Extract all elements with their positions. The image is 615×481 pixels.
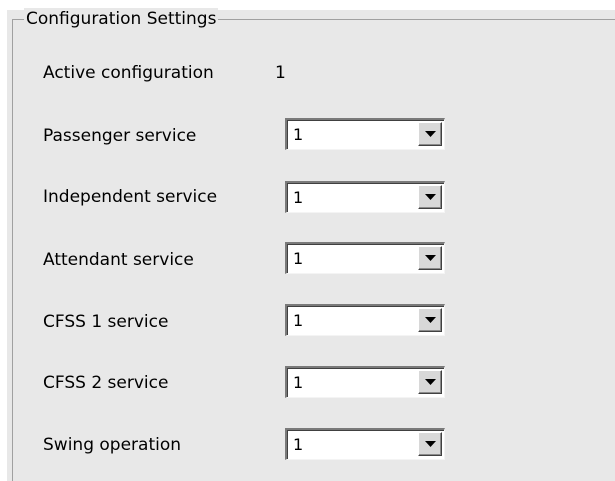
- chevron-down-icon: [425, 255, 436, 261]
- cfss-1-service-select[interactable]: 1: [285, 304, 445, 336]
- chevron-down-icon: [425, 379, 436, 385]
- configuration-window: Configuration Settings Active configurat…: [0, 0, 615, 481]
- chevron-down-icon: [425, 131, 436, 137]
- cfss-2-service-label: CFSS 2 service: [43, 373, 169, 393]
- group-title: Configuration Settings: [24, 8, 219, 30]
- independent-service-label: Independent service: [43, 187, 218, 207]
- cfss-1-service-value: 1: [293, 311, 304, 330]
- attendant-service-label: Attendant service: [43, 250, 194, 270]
- passenger-service-dropdown-button[interactable]: [418, 122, 442, 146]
- swing-operation-select[interactable]: 1: [285, 428, 445, 460]
- attendant-service-select[interactable]: 1: [285, 242, 445, 274]
- attendant-service-value: 1: [293, 249, 304, 268]
- independent-service-select[interactable]: 1: [285, 181, 445, 213]
- chevron-down-icon: [425, 441, 436, 447]
- chevron-down-icon: [425, 317, 436, 323]
- cfss-1-service-dropdown-button[interactable]: [418, 308, 442, 332]
- independent-service-value: 1: [293, 188, 304, 207]
- cfss-2-service-dropdown-button[interactable]: [418, 370, 442, 394]
- chevron-down-icon: [425, 194, 436, 200]
- active-configuration-value: 1: [275, 63, 286, 83]
- cfss-2-service-value: 1: [293, 373, 304, 392]
- passenger-service-label: Passenger service: [43, 126, 197, 146]
- cfss-1-service-label: CFSS 1 service: [43, 312, 169, 332]
- swing-operation-dropdown-button[interactable]: [418, 432, 442, 456]
- active-configuration-label: Active configuration: [43, 63, 214, 83]
- swing-operation-label: Swing operation: [43, 435, 182, 455]
- attendant-service-dropdown-button[interactable]: [418, 246, 442, 270]
- cfss-2-service-select[interactable]: 1: [285, 366, 445, 398]
- independent-service-dropdown-button[interactable]: [418, 185, 442, 209]
- swing-operation-value: 1: [293, 435, 304, 454]
- passenger-service-select[interactable]: 1: [285, 118, 445, 150]
- passenger-service-value: 1: [293, 125, 304, 144]
